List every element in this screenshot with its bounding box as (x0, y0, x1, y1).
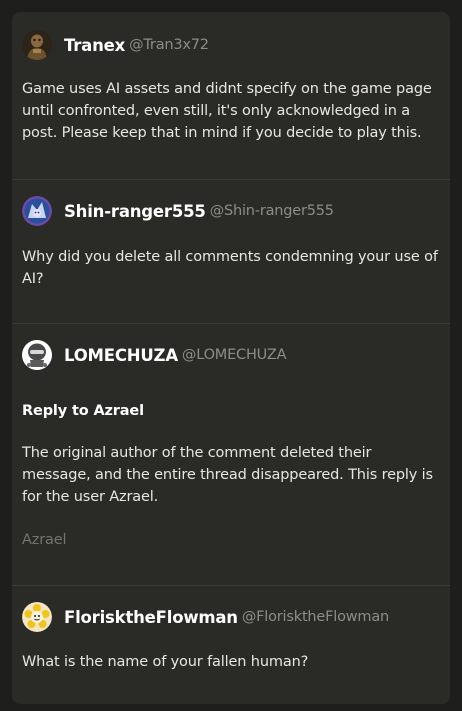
comment-text: What is the name of your fallen human? (22, 654, 309, 670)
user-handle[interactable]: @Shin-ranger555 (210, 203, 334, 219)
robot-helmet-avatar[interactable] (22, 340, 52, 370)
flower-character-avatar[interactable] (22, 602, 52, 632)
comment-header: Shin-ranger555 @Shin-ranger555 (22, 196, 334, 226)
comment-item: Tranex @Tran3x72 Game uses AI assets and… (12, 12, 450, 179)
comment-text: Game uses AI assets and didnt specify on… (22, 81, 432, 141)
comment-text: Why did you delete all comments condemni… (22, 249, 438, 287)
comment-text: The original author of the comment delet… (22, 445, 433, 505)
user-handle[interactable]: @Tran3x72 (129, 37, 209, 53)
comment-item: FlorisktheFlowman @FlorisktheFlowman Wha… (12, 586, 450, 704)
purple-character-avatar[interactable] (22, 196, 52, 226)
comment-header: Tranex @Tran3x72 (22, 30, 209, 60)
username[interactable]: FlorisktheFlowman (64, 608, 238, 627)
comments-panel: Tranex @Tran3x72 Game uses AI assets and… (12, 12, 450, 704)
comment-item: Shin-ranger555 @Shin-ranger555 Why did y… (12, 180, 450, 323)
user-handle[interactable]: @LOMECHUZA (182, 347, 287, 363)
user-handle[interactable]: @FlorisktheFlowman (242, 609, 389, 625)
brown-figure-avatar[interactable] (22, 30, 52, 60)
username[interactable]: LOMECHUZA (64, 346, 178, 365)
comment-item: LOMECHUZA @LOMECHUZA Reply to Azrael The… (12, 324, 450, 585)
reply-label[interactable]: Reply to Azrael (22, 403, 144, 419)
mention-link[interactable]: Azrael (22, 532, 67, 548)
comment-header: FlorisktheFlowman @FlorisktheFlowman (22, 602, 389, 632)
username[interactable]: Shin-ranger555 (64, 202, 206, 221)
comment-header: LOMECHUZA @LOMECHUZA (22, 340, 286, 370)
username[interactable]: Tranex (64, 36, 125, 55)
